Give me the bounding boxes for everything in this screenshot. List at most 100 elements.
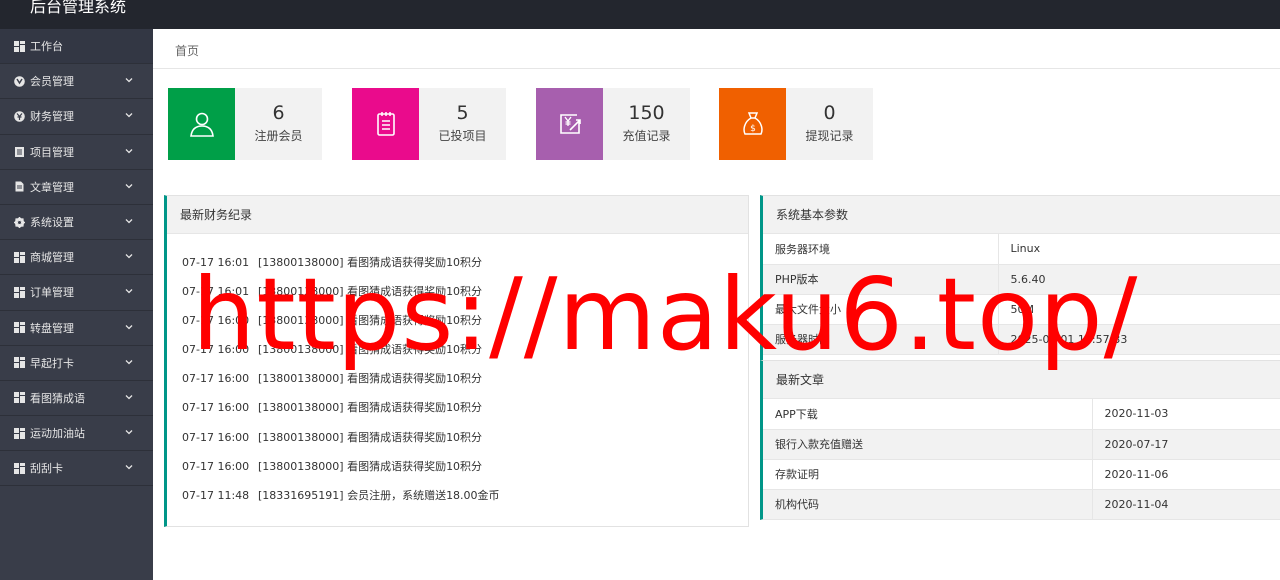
top-bar: 后台管理系统: [0, 0, 1280, 29]
list-item: 07-17 11:48 [18331695191] 会员注册，系统赠送18.00金…: [167, 481, 748, 510]
sidebar-item-orders[interactable]: 订单管理: [0, 275, 153, 311]
sidebar-item-mall[interactable]: 商城管理: [0, 240, 153, 276]
list-item: 07-17 16:00 [13800138000] 看图猜成语获得奖励10积分: [167, 393, 748, 422]
chevron-down-icon: [125, 394, 133, 400]
finance-icon: [14, 111, 25, 122]
sidebar-item-settings[interactable]: 系统设置: [0, 205, 153, 241]
chevron-down-icon: [125, 359, 133, 365]
grid-icon: [14, 251, 25, 263]
article-date: 2020-11-04: [1091, 489, 1280, 520]
record-time: 07-17 11:48: [182, 488, 250, 502]
breadcrumb: 首页: [153, 29, 1280, 69]
grid-icon: [14, 392, 25, 404]
stat-value: 0: [823, 102, 836, 124]
chevron-down-icon: [125, 465, 133, 470]
project-icon: [14, 146, 25, 158]
stat-card-recharge[interactable]: 150 充值记录: [536, 88, 690, 160]
chevron-down-icon: [125, 113, 133, 118]
article-title[interactable]: 存款证明: [763, 459, 1092, 490]
record-text: [13800138000] 看图猜成语获得奖励10积分: [258, 459, 483, 473]
chevron-down-icon: [125, 430, 133, 435]
sidebar-item-label: 订单管理: [30, 286, 74, 300]
table-row[interactable]: APP下载 2020-11-03: [763, 399, 1280, 430]
chevron-down-icon: [125, 148, 133, 153]
watermark-overlay: https://maku6.top/: [192, 256, 1139, 373]
record-time: 07-17 16:00: [182, 401, 250, 415]
table-row[interactable]: 机构代码 2020-11-04: [763, 489, 1280, 520]
sidebar-item-sports[interactable]: 运动加油站: [0, 416, 153, 452]
stat-card-members[interactable]: 6 注册会员: [168, 88, 322, 160]
recharge-icon: [559, 114, 581, 134]
stat-icon-box: $: [719, 88, 786, 160]
sidebar-item-label: 文章管理: [30, 180, 74, 194]
sidebar-item-idiom-game[interactable]: 看图猜成语: [0, 381, 153, 417]
record-time: 07-17 16:00: [182, 459, 250, 473]
breadcrumb-home[interactable]: 首页: [175, 44, 199, 58]
stat-icon-box: [536, 88, 603, 160]
sidebar-item-label: 系统设置: [30, 216, 74, 230]
article-date: 2020-11-03: [1091, 399, 1280, 430]
stat-value: 150: [628, 102, 665, 124]
chevron-down-icon: [125, 289, 133, 294]
sidebar-item-articles[interactable]: 文章管理: [0, 170, 153, 205]
stat-label: 提现记录: [805, 129, 854, 143]
record-time: 07-17 16:00: [182, 430, 250, 444]
chevron-down-icon: [125, 324, 133, 329]
article-date: 2020-07-17: [1091, 429, 1280, 460]
sidebar-item-label: 商城管理: [30, 251, 74, 265]
stat-label: 已投项目: [438, 129, 487, 143]
sidebar-item-finance[interactable]: 财务管理: [0, 99, 153, 135]
article-title[interactable]: 机构代码: [763, 489, 1092, 520]
list-item: 07-17 16:00 [13800138000] 看图猜成语获得奖励10积分: [167, 423, 748, 452]
stat-icon-box: [168, 88, 235, 160]
svg-text:$: $: [750, 124, 756, 134]
chevron-down-icon: [125, 218, 133, 224]
grid-icon: [14, 427, 25, 439]
table-row[interactable]: 存款证明 2020-11-06: [763, 459, 1280, 490]
sidebar-item-members[interactable]: 会员管理: [0, 64, 153, 100]
sidebar-item-label: 看图猜成语: [30, 391, 85, 405]
record-text: [13800138000] 看图猜成语获得奖励10积分: [258, 401, 483, 415]
sidebar-item-label: 转盘管理: [30, 321, 74, 335]
sidebar: 工作台 会员管理 财务管理 项目管理 文章管理 系统设置 商城管理 订单管理 转…: [0, 29, 153, 580]
sidebar-item-label: 财务管理: [30, 110, 74, 124]
sidebar-item-projects[interactable]: 项目管理: [0, 135, 153, 170]
finance-panel-title: 最新财务纪录: [167, 196, 748, 234]
dashboard-icon: [14, 40, 25, 52]
gear-icon: [14, 216, 25, 228]
sidebar-item-label: 工作台: [30, 40, 63, 54]
chevron-down-icon: [125, 254, 133, 259]
app-title: 后台管理系统: [30, 0, 127, 16]
stat-icon-box: [352, 88, 419, 160]
stat-label: 充值记录: [622, 129, 671, 143]
chevron-down-icon: [125, 78, 133, 83]
money-bag-icon: $: [742, 112, 763, 135]
list-item: 07-17 16:00 [13800138000] 看图猜成语获得奖励10积分: [167, 452, 748, 481]
grid-icon: [14, 462, 25, 474]
chevron-down-icon: [125, 183, 133, 189]
system-panel-title: 系统基本参数: [763, 196, 1280, 234]
grid-icon: [14, 286, 25, 298]
articles-table: APP下载 2020-11-03 银行入款充值赠送 2020-07-17 存款证明 2…: [763, 399, 1280, 520]
sidebar-item-scratch-card[interactable]: 刮刮卡: [0, 451, 153, 487]
stat-card-projects[interactable]: 5 已投项目: [352, 88, 506, 160]
stat-card-withdraw[interactable]: $ 0 提现记录: [719, 88, 873, 160]
clipboard-icon: [376, 112, 395, 136]
member-icon: [14, 75, 25, 87]
table-row[interactable]: 银行入款充值赠送 2020-07-17: [763, 429, 1280, 460]
sidebar-item-label: 早起打卡: [30, 356, 74, 370]
article-title[interactable]: APP下载: [763, 399, 1092, 430]
sidebar-item-wheel[interactable]: 转盘管理: [0, 311, 153, 346]
user-icon: [189, 112, 214, 137]
article-title[interactable]: 银行入款充值赠送: [763, 429, 1092, 460]
stat-value: 5: [456, 102, 469, 124]
stat-label: 注册会员: [254, 129, 303, 143]
record-text: [13800138000] 看图猜成语获得奖励10积分: [258, 430, 483, 444]
article-icon: [14, 181, 25, 192]
grid-icon: [14, 322, 25, 334]
sidebar-item-label: 会员管理: [30, 75, 74, 89]
sidebar-item-workbench[interactable]: 工作台: [0, 29, 153, 65]
sidebar-item-checkin[interactable]: 早起打卡: [0, 346, 153, 381]
sidebar-item-label: 刮刮卡: [30, 462, 63, 476]
sidebar-item-label: 项目管理: [30, 145, 74, 159]
